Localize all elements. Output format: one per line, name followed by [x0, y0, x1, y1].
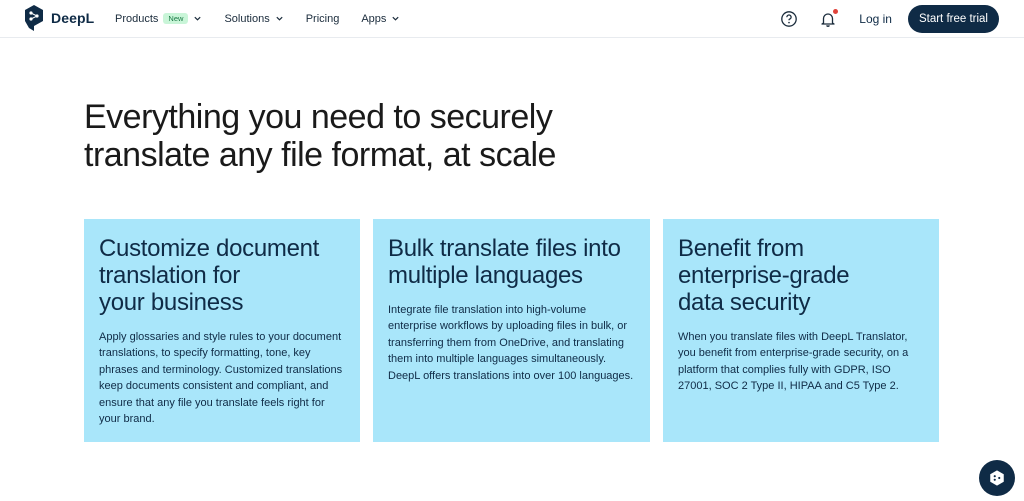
nav-pricing[interactable]: Pricing [306, 13, 340, 25]
nav-apps[interactable]: Apps [361, 13, 400, 25]
page-title-line-2: translate any file format, at scale [84, 136, 556, 174]
nav-products[interactable]: Products New [115, 13, 202, 25]
deepl-logo-icon [25, 5, 43, 31]
chat-assistant-button[interactable] [979, 460, 1015, 496]
nav-solutions[interactable]: Solutions [224, 13, 283, 25]
start-free-trial-button[interactable]: Start free trial [907, 4, 999, 33]
feature-card-title-line: multiple languages [388, 262, 583, 289]
chevron-down-icon [392, 16, 400, 21]
nav-solutions-label: Solutions [224, 12, 270, 25]
feature-card-title-line: data security [678, 289, 811, 316]
feature-card-title: Customize document translation for your … [99, 235, 345, 316]
feature-card-title-line: your business [99, 289, 244, 316]
deepl-logo[interactable]: DeepL [24, 5, 94, 31]
feature-card-title-line: translation for [99, 262, 240, 289]
help-circle-icon [781, 10, 798, 27]
feature-card-title-line: enterprise-grade [678, 262, 850, 289]
feature-card-title: Bulk translate files into multiple langu… [388, 235, 635, 289]
main-nav: Products New Solutions Pricing Apps [115, 0, 422, 37]
feature-card-body: Apply glossaries and style rules to your… [99, 331, 343, 426]
brand-name: DeepL [51, 10, 95, 26]
nav-actions: Log in Start free trial [780, 0, 999, 37]
feature-card-title: Benefit from enterprise-grade data secur… [678, 235, 924, 316]
feature-card-body: Integrate file translation into high-vol… [388, 304, 634, 382]
chevron-down-icon [194, 16, 202, 21]
feature-card-data-security: Benefit from enterprise-grade data secur… [663, 219, 939, 442]
page-title: Everything you need to securely translat… [84, 98, 704, 174]
feature-card-bulk-translate: Bulk translate files into multiple langu… [373, 219, 650, 442]
feature-card-customize: Customize document translation for your … [84, 219, 360, 442]
chat-assistant-icon [990, 470, 1004, 486]
login-link[interactable]: Log in [859, 12, 892, 26]
nav-pricing-label: Pricing [305, 12, 340, 25]
help-button[interactable] [780, 10, 798, 28]
notification-dot [833, 8, 839, 14]
new-badge: New [163, 12, 189, 25]
notifications-button[interactable] [819, 8, 839, 28]
nav-products-label: Products [115, 12, 159, 25]
feature-card-title-line: Bulk translate files into [388, 235, 621, 262]
chevron-down-icon [276, 16, 283, 21]
feature-card-title-line: Benefit from [678, 235, 804, 262]
page-title-line-1: Everything you need to securely [84, 98, 553, 136]
feature-card-title-line: Customize document [99, 235, 320, 262]
feature-card-body: When you translate files with DeepL Tran… [678, 331, 909, 393]
nav-apps-label: Apps [361, 12, 387, 25]
top-navigation: DeepL Products New Solutions Pricing App… [0, 0, 1024, 38]
